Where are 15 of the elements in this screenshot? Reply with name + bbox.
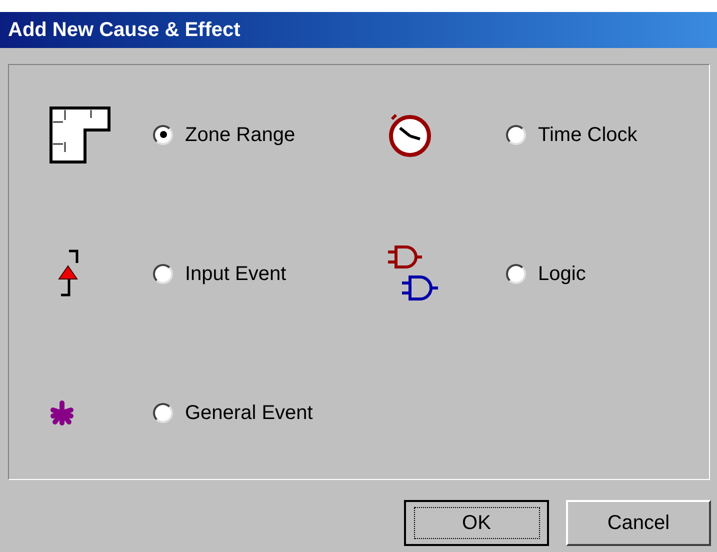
- radio-button[interactable]: [506, 264, 526, 284]
- radio-option[interactable]: Input Event: [153, 258, 286, 288]
- radio-option[interactable]: Time Clock: [506, 120, 638, 150]
- radio-option[interactable]: General Event: [153, 398, 313, 428]
- asterisk-icon: [49, 400, 75, 426]
- radio-option[interactable]: Logic: [506, 258, 586, 288]
- radio-button[interactable]: [153, 264, 173, 284]
- radio-button[interactable]: [153, 402, 173, 422]
- cancel-button[interactable]: Cancel: [566, 500, 711, 546]
- window-title: Add New Cause & Effect: [8, 18, 240, 43]
- radio-button[interactable]: [506, 124, 526, 144]
- radio-option[interactable]: Zone Range: [153, 120, 296, 150]
- floor-plan-icon: [49, 106, 113, 164]
- radio-button[interactable]: [153, 124, 173, 144]
- ok-button[interactable]: OK: [404, 500, 549, 546]
